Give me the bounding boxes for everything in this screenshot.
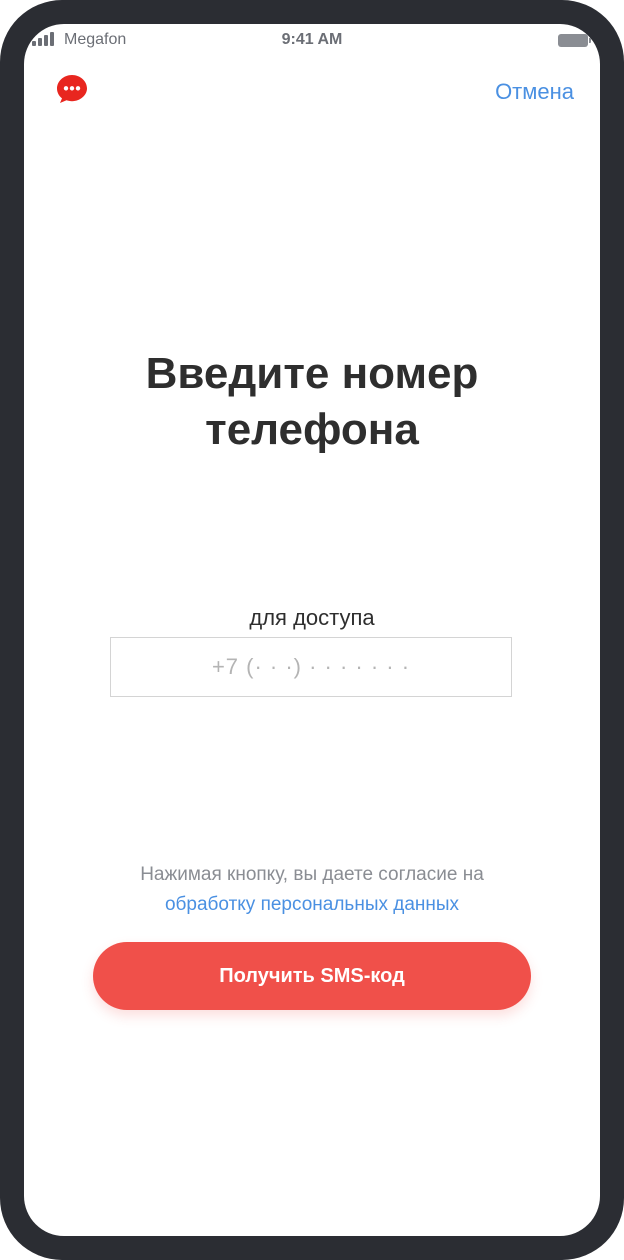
screen: Megafon 9:41 AM Отмена Введите номер тел…: [24, 24, 600, 1236]
phone-field-label: для доступа: [249, 605, 375, 630]
status-time: 9:41 AM: [281, 31, 343, 48]
phone-input[interactable]: [110, 637, 512, 697]
consent-notice: Нажимая кнопку, вы даете согласие на обр…: [24, 860, 600, 920]
page-title: Введите номер телефона: [145, 349, 479, 454]
consent-text: Нажимая кнопку, вы даете согласие на: [140, 864, 484, 885]
status-bar: Megafon 9:41 AM: [24, 24, 600, 56]
get-sms-code-button[interactable]: Получить SMS-код: [93, 942, 531, 1010]
personal-data-link[interactable]: обработку персональных данных: [24, 890, 600, 920]
phone-frame: Megafon 9:41 AM Отмена Введите номер тел…: [0, 0, 624, 1260]
battery-icon: [558, 34, 591, 47]
chat-bubble-icon: [56, 74, 88, 104]
cancel-link[interactable]: Отмена: [495, 78, 574, 106]
